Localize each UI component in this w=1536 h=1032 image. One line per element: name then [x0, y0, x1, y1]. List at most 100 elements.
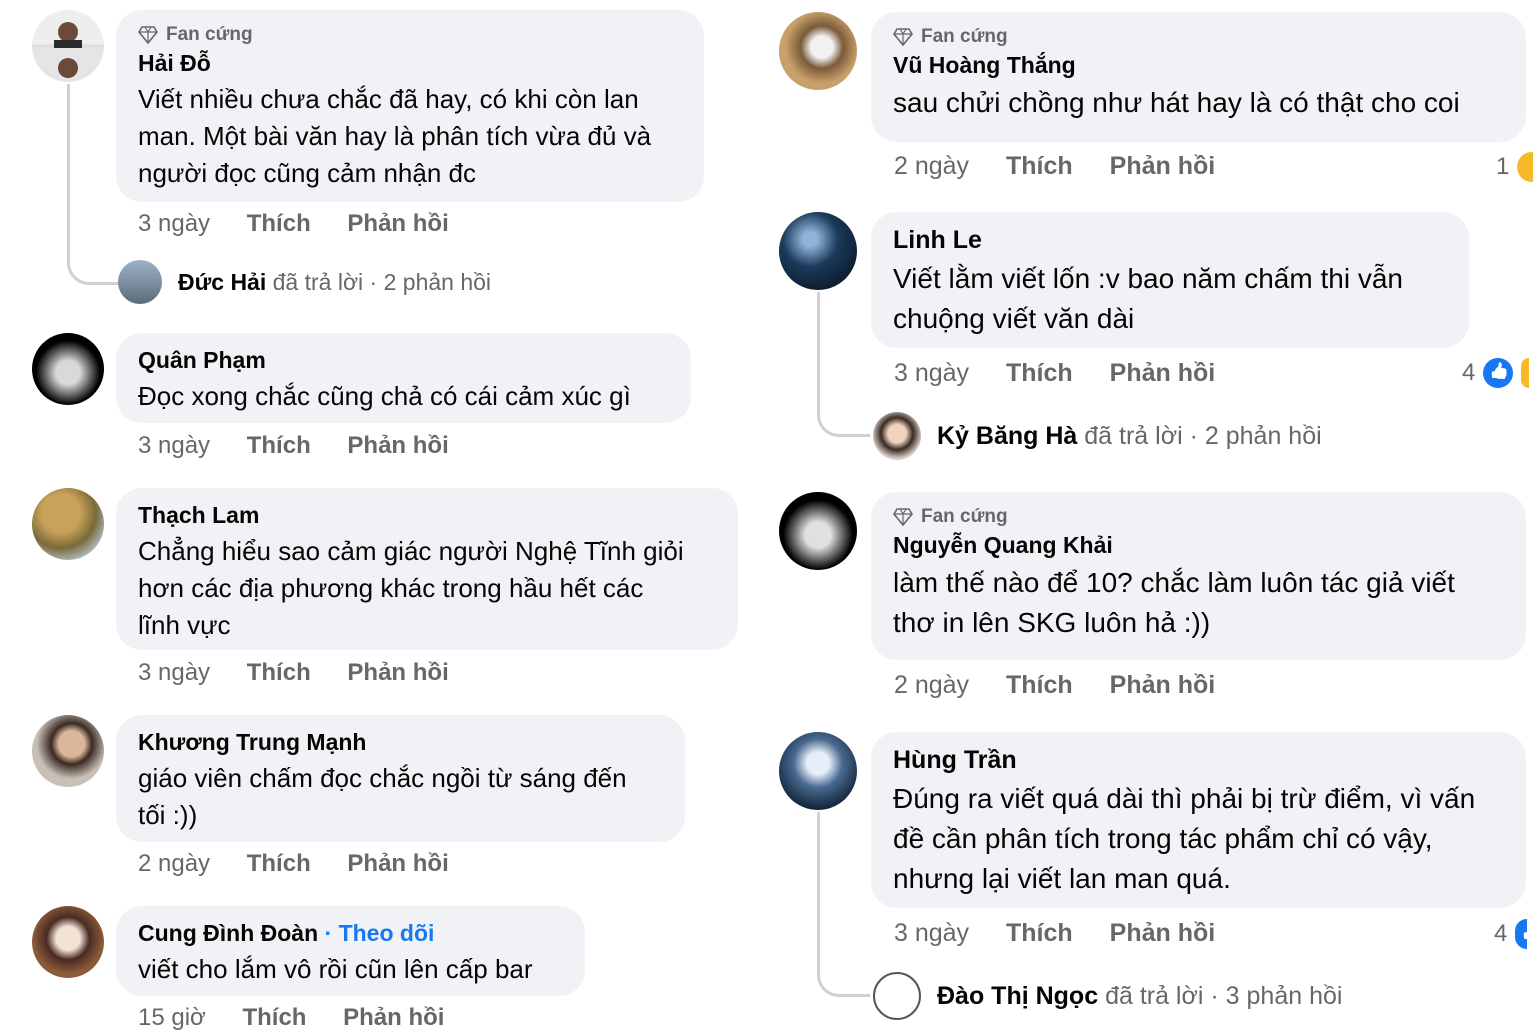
- like-button[interactable]: Thích: [1006, 919, 1073, 947]
- reaction-count[interactable]: 4: [1462, 358, 1530, 388]
- reply-count: · 2 phản hồi: [369, 268, 492, 295]
- view-replies-link[interactable]: Kỷ Băng Hà đã trả lời · 2 phản hồi: [873, 412, 1322, 460]
- avatar[interactable]: [779, 12, 857, 90]
- timestamp[interactable]: 3 ngày: [894, 359, 969, 387]
- follow-link[interactable]: · Theo dõi: [325, 920, 435, 946]
- timestamp[interactable]: 3 ngày: [894, 919, 969, 947]
- reaction-count[interactable]: 1: [1496, 152, 1534, 182]
- like-button[interactable]: Thích: [1006, 152, 1073, 180]
- reply-button[interactable]: Phản hồi: [347, 850, 448, 877]
- author-name[interactable]: Thạch Lam: [138, 502, 716, 529]
- avatar[interactable]: [32, 333, 104, 405]
- comment-bubble: Fan cứng Hải Đỗ Viết nhiều chưa chắc đã …: [116, 10, 704, 202]
- comment-actions: 3 ngày Thích Phản hồi: [894, 919, 1245, 948]
- reply-button[interactable]: Phản hồi: [1110, 919, 1216, 947]
- reply-count: · 2 phản hồi: [1189, 421, 1322, 450]
- comment-line: sau chửi chồng như hát hay là có thật ch…: [893, 87, 1460, 118]
- comment-text: làm thế nào để 10? chắc làm luôn tác giả…: [893, 563, 1504, 643]
- reply-button[interactable]: Phản hồi: [1110, 152, 1216, 180]
- comment-bubble: Fan cứng Vũ Hoàng Thắng sau chửi chồng n…: [871, 12, 1526, 142]
- avatar: [873, 972, 921, 1020]
- diamond-icon: [893, 28, 913, 46]
- reply-button[interactable]: Phản hồi: [347, 659, 448, 686]
- avatar[interactable]: [779, 212, 857, 290]
- comment-actions: 2 ngày Thích Phản hồi: [138, 850, 479, 878]
- like-button[interactable]: Thích: [247, 659, 311, 686]
- comment-bubble: Fan cứng Nguyễn Quang Khải làm thế nào đ…: [871, 492, 1526, 660]
- comment-bubble: Linh Le Viết lằm viết lốn :v bao năm chấ…: [871, 212, 1469, 348]
- comment-text: viết cho lắm vô rồi cũn lên cấp bar: [138, 951, 563, 988]
- author-name[interactable]: Nguyễn Quang Khải: [893, 532, 1504, 559]
- comment-actions: 3 ngày Thích Phản hồi: [894, 359, 1245, 388]
- comment-text: sau chửi chồng như hát hay là có thật ch…: [893, 83, 1504, 123]
- like-button[interactable]: Thích: [247, 850, 311, 877]
- view-replies-link[interactable]: Đức Hải đã trả lời · 2 phản hồi: [118, 260, 491, 304]
- comment-actions: 3 ngày Thích Phản hồi: [138, 659, 479, 687]
- like-button[interactable]: Thích: [247, 210, 311, 237]
- comment-line: Chẳng hiểu sao cảm giác người Nghệ Tĩnh …: [138, 536, 684, 566]
- author-label[interactable]: Cung Đình Đoàn: [138, 920, 318, 946]
- avatar[interactable]: [32, 715, 104, 787]
- like-button[interactable]: Thích: [242, 1004, 306, 1031]
- author-name[interactable]: Khương Trung Mạnh: [138, 729, 663, 756]
- comment-bubble: Hùng Trần Đúng ra viết quá dài thì phải …: [871, 732, 1526, 908]
- comment-text: Viết lằm viết lốn :v bao năm chấm thi vẫ…: [893, 259, 1447, 339]
- comment-text: Đúng ra viết quá dài thì phải bị trừ điể…: [893, 779, 1504, 899]
- comment-bubble: Khương Trung Mạnh giáo viên chấm đọc chắ…: [116, 715, 685, 842]
- reply-button[interactable]: Phản hồi: [343, 1004, 444, 1031]
- avatar[interactable]: [32, 906, 104, 978]
- like-button[interactable]: Thích: [247, 432, 311, 459]
- author-name[interactable]: Quân Phạm: [138, 347, 669, 374]
- avatar[interactable]: [32, 488, 104, 560]
- timestamp[interactable]: 15 giờ: [138, 1004, 206, 1031]
- haha-reaction-icon: [1521, 358, 1530, 388]
- comment-bubble: Thạch Lam Chẳng hiểu sao cảm giác người …: [116, 488, 738, 650]
- comment-actions: 3 ngày Thích Phản hồi: [138, 210, 479, 238]
- comment-line: man. Một bài văn hay là phân tích vừa đủ…: [138, 121, 652, 151]
- author-name[interactable]: Hải Đỗ: [138, 50, 682, 77]
- avatar[interactable]: [779, 732, 857, 810]
- reaction-number: 4: [1494, 920, 1508, 947]
- avatar[interactable]: [32, 10, 104, 82]
- comment-text: giáo viên chấm đọc chắc ngồi từ sáng đến…: [138, 760, 663, 834]
- comment-line: giáo viên chấm đọc chắc ngồi từ sáng đến: [138, 763, 627, 793]
- like-button[interactable]: Thích: [1006, 359, 1073, 387]
- thread-line: [817, 292, 870, 437]
- comment-actions: 2 ngày Thích Phản hồi: [894, 152, 1245, 181]
- avatar: [118, 260, 162, 304]
- comment-line: hơn các địa phương khác trong hầu hết cá…: [138, 573, 644, 603]
- author-name[interactable]: Linh Le: [893, 226, 1447, 255]
- timestamp[interactable]: 3 ngày: [138, 432, 210, 459]
- timestamp[interactable]: 2 ngày: [138, 850, 210, 877]
- author-name[interactable]: Hùng Trần: [893, 746, 1504, 775]
- reply-button[interactable]: Phản hồi: [1110, 671, 1216, 699]
- comment-text: Đọc xong chắc cũng chả có cái cảm xúc gì: [138, 378, 669, 415]
- reply-button[interactable]: Phản hồi: [347, 432, 448, 459]
- timestamp[interactable]: 3 ngày: [138, 210, 210, 237]
- like-reaction-icon: [1483, 358, 1514, 388]
- reaction-count[interactable]: 4: [1494, 919, 1528, 949]
- comment-line: thơ in lên SKG luôn hả :)): [893, 607, 1211, 638]
- comment-actions: 3 ngày Thích Phản hồi: [138, 432, 479, 460]
- author-name[interactable]: Cung Đình Đoàn · Theo dõi: [138, 920, 563, 947]
- avatar: [873, 412, 921, 460]
- comment-text: Viết nhiều chưa chắc đã hay, có khi còn …: [138, 81, 682, 192]
- badge-label: Fan cứng: [166, 24, 253, 45]
- timestamp[interactable]: 3 ngày: [138, 659, 210, 686]
- comment-bubble: Quân Phạm Đọc xong chắc cũng chả có cái …: [116, 333, 691, 423]
- reaction-number: 4: [1462, 359, 1476, 386]
- comment-line: tối :)): [138, 800, 198, 830]
- comment-line: chuộng viết văn dài: [893, 303, 1135, 334]
- like-button[interactable]: Thích: [1006, 671, 1073, 699]
- reply-button[interactable]: Phản hồi: [1110, 359, 1216, 387]
- author-name[interactable]: Vũ Hoàng Thắng: [893, 52, 1504, 79]
- reply-suffix: đã trả lời: [1084, 421, 1183, 450]
- reply-button[interactable]: Phản hồi: [347, 210, 448, 237]
- comment-line: Đọc xong chắc cũng chả có cái cảm xúc gì: [138, 381, 631, 411]
- view-replies-link[interactable]: Đào Thị Ngọc đã trả lời · 3 phản hồi: [873, 972, 1342, 1020]
- avatar[interactable]: [779, 492, 857, 570]
- timestamp[interactable]: 2 ngày: [894, 152, 969, 180]
- reply-suffix: đã trả lời: [1105, 981, 1204, 1010]
- comment-line: Viết lằm viết lốn :v bao năm chấm thi vẫ…: [893, 263, 1403, 294]
- timestamp[interactable]: 2 ngày: [894, 671, 969, 699]
